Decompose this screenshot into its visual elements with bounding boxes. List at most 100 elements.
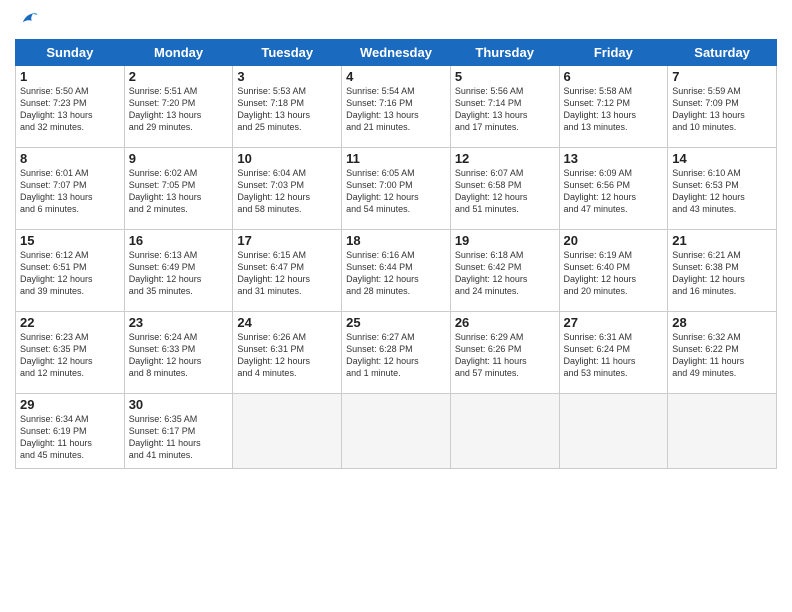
day-number: 8 (20, 151, 120, 166)
calendar-empty-cell (450, 394, 559, 469)
day-info: Sunrise: 5:50 AM Sunset: 7:23 PM Dayligh… (20, 85, 120, 134)
calendar-empty-cell (233, 394, 342, 469)
calendar-day-cell: 26Sunrise: 6:29 AM Sunset: 6:26 PM Dayli… (450, 312, 559, 394)
logo-bird-icon (17, 9, 39, 31)
day-info: Sunrise: 6:26 AM Sunset: 6:31 PM Dayligh… (237, 331, 337, 380)
day-number: 5 (455, 69, 555, 84)
calendar-day-cell: 29Sunrise: 6:34 AM Sunset: 6:19 PM Dayli… (16, 394, 125, 469)
day-number: 16 (129, 233, 229, 248)
day-number: 28 (672, 315, 772, 330)
day-number: 1 (20, 69, 120, 84)
day-number: 22 (20, 315, 120, 330)
day-info: Sunrise: 5:51 AM Sunset: 7:20 PM Dayligh… (129, 85, 229, 134)
calendar-day-cell: 10Sunrise: 6:04 AM Sunset: 7:03 PM Dayli… (233, 148, 342, 230)
calendar-day-cell: 17Sunrise: 6:15 AM Sunset: 6:47 PM Dayli… (233, 230, 342, 312)
day-info: Sunrise: 6:29 AM Sunset: 6:26 PM Dayligh… (455, 331, 555, 380)
day-number: 19 (455, 233, 555, 248)
day-info: Sunrise: 6:32 AM Sunset: 6:22 PM Dayligh… (672, 331, 772, 380)
calendar-day-cell: 8Sunrise: 6:01 AM Sunset: 7:07 PM Daylig… (16, 148, 125, 230)
calendar-day-cell: 27Sunrise: 6:31 AM Sunset: 6:24 PM Dayli… (559, 312, 668, 394)
calendar-day-cell: 19Sunrise: 6:18 AM Sunset: 6:42 PM Dayli… (450, 230, 559, 312)
calendar-day-cell: 13Sunrise: 6:09 AM Sunset: 6:56 PM Dayli… (559, 148, 668, 230)
page-header (15, 10, 777, 31)
weekday-header-saturday: Saturday (668, 40, 777, 66)
day-number: 27 (564, 315, 664, 330)
day-info: Sunrise: 6:21 AM Sunset: 6:38 PM Dayligh… (672, 249, 772, 298)
weekday-header-thursday: Thursday (450, 40, 559, 66)
calendar-week-row: 1Sunrise: 5:50 AM Sunset: 7:23 PM Daylig… (16, 66, 777, 148)
day-info: Sunrise: 5:58 AM Sunset: 7:12 PM Dayligh… (564, 85, 664, 134)
day-info: Sunrise: 6:15 AM Sunset: 6:47 PM Dayligh… (237, 249, 337, 298)
weekday-header-row: SundayMondayTuesdayWednesdayThursdayFrid… (16, 40, 777, 66)
weekday-header-monday: Monday (124, 40, 233, 66)
day-number: 3 (237, 69, 337, 84)
weekday-header-sunday: Sunday (16, 40, 125, 66)
logo (15, 14, 39, 31)
day-info: Sunrise: 6:09 AM Sunset: 6:56 PM Dayligh… (564, 167, 664, 216)
calendar-day-cell: 16Sunrise: 6:13 AM Sunset: 6:49 PM Dayli… (124, 230, 233, 312)
day-info: Sunrise: 6:24 AM Sunset: 6:33 PM Dayligh… (129, 331, 229, 380)
day-info: Sunrise: 6:27 AM Sunset: 6:28 PM Dayligh… (346, 331, 446, 380)
day-number: 14 (672, 151, 772, 166)
calendar-day-cell: 5Sunrise: 5:56 AM Sunset: 7:14 PM Daylig… (450, 66, 559, 148)
calendar-empty-cell (559, 394, 668, 469)
day-number: 7 (672, 69, 772, 84)
day-info: Sunrise: 5:53 AM Sunset: 7:18 PM Dayligh… (237, 85, 337, 134)
day-number: 2 (129, 69, 229, 84)
day-number: 26 (455, 315, 555, 330)
day-number: 6 (564, 69, 664, 84)
day-info: Sunrise: 6:23 AM Sunset: 6:35 PM Dayligh… (20, 331, 120, 380)
calendar-week-row: 8Sunrise: 6:01 AM Sunset: 7:07 PM Daylig… (16, 148, 777, 230)
day-number: 30 (129, 397, 229, 412)
weekday-header-tuesday: Tuesday (233, 40, 342, 66)
day-number: 15 (20, 233, 120, 248)
day-number: 10 (237, 151, 337, 166)
calendar-day-cell: 9Sunrise: 6:02 AM Sunset: 7:05 PM Daylig… (124, 148, 233, 230)
day-number: 25 (346, 315, 446, 330)
day-info: Sunrise: 6:02 AM Sunset: 7:05 PM Dayligh… (129, 167, 229, 216)
calendar-day-cell: 22Sunrise: 6:23 AM Sunset: 6:35 PM Dayli… (16, 312, 125, 394)
day-info: Sunrise: 6:35 AM Sunset: 6:17 PM Dayligh… (129, 413, 229, 462)
weekday-header-friday: Friday (559, 40, 668, 66)
calendar-day-cell: 24Sunrise: 6:26 AM Sunset: 6:31 PM Dayli… (233, 312, 342, 394)
day-info: Sunrise: 6:34 AM Sunset: 6:19 PM Dayligh… (20, 413, 120, 462)
day-info: Sunrise: 6:04 AM Sunset: 7:03 PM Dayligh… (237, 167, 337, 216)
day-number: 24 (237, 315, 337, 330)
day-info: Sunrise: 6:16 AM Sunset: 6:44 PM Dayligh… (346, 249, 446, 298)
day-number: 11 (346, 151, 446, 166)
calendar-table: SundayMondayTuesdayWednesdayThursdayFrid… (15, 39, 777, 469)
calendar-day-cell: 28Sunrise: 6:32 AM Sunset: 6:22 PM Dayli… (668, 312, 777, 394)
calendar-day-cell: 2Sunrise: 5:51 AM Sunset: 7:20 PM Daylig… (124, 66, 233, 148)
day-number: 29 (20, 397, 120, 412)
day-number: 12 (455, 151, 555, 166)
day-number: 13 (564, 151, 664, 166)
calendar-day-cell: 15Sunrise: 6:12 AM Sunset: 6:51 PM Dayli… (16, 230, 125, 312)
day-number: 18 (346, 233, 446, 248)
calendar-day-cell: 7Sunrise: 5:59 AM Sunset: 7:09 PM Daylig… (668, 66, 777, 148)
day-info: Sunrise: 5:54 AM Sunset: 7:16 PM Dayligh… (346, 85, 446, 134)
calendar-day-cell: 25Sunrise: 6:27 AM Sunset: 6:28 PM Dayli… (342, 312, 451, 394)
calendar-day-cell: 30Sunrise: 6:35 AM Sunset: 6:17 PM Dayli… (124, 394, 233, 469)
calendar-day-cell: 1Sunrise: 5:50 AM Sunset: 7:23 PM Daylig… (16, 66, 125, 148)
day-info: Sunrise: 6:13 AM Sunset: 6:49 PM Dayligh… (129, 249, 229, 298)
calendar-day-cell: 12Sunrise: 6:07 AM Sunset: 6:58 PM Dayli… (450, 148, 559, 230)
day-info: Sunrise: 6:01 AM Sunset: 7:07 PM Dayligh… (20, 167, 120, 216)
calendar-day-cell: 6Sunrise: 5:58 AM Sunset: 7:12 PM Daylig… (559, 66, 668, 148)
calendar-empty-cell (668, 394, 777, 469)
day-info: Sunrise: 5:59 AM Sunset: 7:09 PM Dayligh… (672, 85, 772, 134)
calendar-day-cell: 3Sunrise: 5:53 AM Sunset: 7:18 PM Daylig… (233, 66, 342, 148)
day-number: 23 (129, 315, 229, 330)
day-info: Sunrise: 6:31 AM Sunset: 6:24 PM Dayligh… (564, 331, 664, 380)
day-info: Sunrise: 6:18 AM Sunset: 6:42 PM Dayligh… (455, 249, 555, 298)
calendar-day-cell: 4Sunrise: 5:54 AM Sunset: 7:16 PM Daylig… (342, 66, 451, 148)
day-info: Sunrise: 6:07 AM Sunset: 6:58 PM Dayligh… (455, 167, 555, 216)
calendar-day-cell: 20Sunrise: 6:19 AM Sunset: 6:40 PM Dayli… (559, 230, 668, 312)
day-number: 9 (129, 151, 229, 166)
day-info: Sunrise: 6:05 AM Sunset: 7:00 PM Dayligh… (346, 167, 446, 216)
day-info: Sunrise: 5:56 AM Sunset: 7:14 PM Dayligh… (455, 85, 555, 134)
weekday-header-wednesday: Wednesday (342, 40, 451, 66)
day-info: Sunrise: 6:19 AM Sunset: 6:40 PM Dayligh… (564, 249, 664, 298)
page-container: SundayMondayTuesdayWednesdayThursdayFrid… (0, 0, 792, 479)
day-number: 20 (564, 233, 664, 248)
day-info: Sunrise: 6:12 AM Sunset: 6:51 PM Dayligh… (20, 249, 120, 298)
